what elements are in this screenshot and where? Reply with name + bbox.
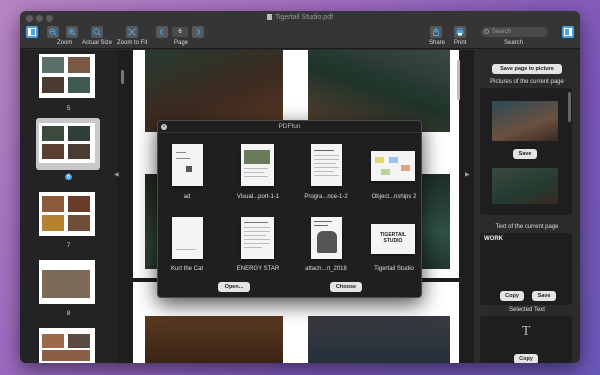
zoom-to-fit-label: Zoom to Fit xyxy=(117,40,148,46)
inspector-icon xyxy=(564,28,572,36)
sidebar-scrollbar-thumb[interactable] xyxy=(121,70,124,84)
page-photo xyxy=(145,316,283,363)
share-button[interactable] xyxy=(430,26,442,38)
page-thumbnail-6[interactable] xyxy=(39,123,95,163)
pdf-file-icon xyxy=(266,14,272,20)
extracted-picture[interactable] xyxy=(492,168,558,204)
close-dialog-button[interactable]: × xyxy=(161,124,167,130)
file-icon-ad[interactable] xyxy=(172,144,203,186)
toggle-inspector-button[interactable] xyxy=(562,26,574,38)
save-text-button[interactable]: Save xyxy=(532,291,556,301)
print-icon xyxy=(456,28,464,36)
zoom-in-icon xyxy=(68,28,76,36)
page-thumbnail-5[interactable] xyxy=(39,54,95,98)
search-placeholder: Search xyxy=(492,29,512,35)
file-name[interactable]: Visual...port-1-1 xyxy=(225,194,291,200)
text-section-label: Text of the current page xyxy=(495,224,559,230)
chevron-left-icon xyxy=(159,28,164,36)
search-label: Search xyxy=(504,40,524,46)
actual-size-icon xyxy=(93,28,101,36)
inspector-panel: Save page to picture Pictures of the cur… xyxy=(474,50,580,363)
window-title-text: Tigertail Studio.pdf xyxy=(274,14,334,21)
file-icon-object-relationships[interactable] xyxy=(371,151,415,181)
page-photo xyxy=(308,316,450,363)
file-icon-attachment-report[interactable] xyxy=(311,217,342,259)
file-name[interactable]: Tigertail Studio xyxy=(361,266,427,272)
pictures-list[interactable]: Save Save xyxy=(480,88,572,254)
copy-selected-text-button[interactable]: Copy xyxy=(514,354,538,363)
page-thumbnail-9[interactable] xyxy=(39,328,95,363)
file-icon-kurt-the-cat[interactable] xyxy=(172,217,203,259)
save-page-to-picture-button[interactable]: Save page to picture xyxy=(492,64,562,74)
pdf-scrollbar-thumb[interactable] xyxy=(457,60,460,100)
page-text-area[interactable]: WORK Copy Save xyxy=(480,233,572,305)
app-window: Tigertail Studio.pdf Zoom Actual Size Zo… xyxy=(20,11,580,363)
selected-text-area[interactable]: T Copy xyxy=(480,316,572,363)
zoom-to-fit-icon xyxy=(128,28,136,36)
toggle-sidebar-button[interactable] xyxy=(26,26,38,38)
zoom-to-fit-button[interactable] xyxy=(126,26,138,38)
copy-text-button[interactable]: Copy xyxy=(500,291,524,301)
page-thumbnail-8[interactable] xyxy=(39,260,95,304)
tigertail-logo: TIGERTAIL STUDIO xyxy=(379,232,406,244)
page-number-6: 6 xyxy=(20,174,117,180)
thumbnail-sidebar: 5 6 7 8 xyxy=(20,50,117,363)
share-label: Share xyxy=(429,40,446,46)
window-title: Tigertail Studio.pdf xyxy=(20,14,580,21)
file-icon-energy-star[interactable] xyxy=(241,217,274,259)
file-name[interactable]: Kurt the Cat xyxy=(154,266,220,272)
pictures-scrollbar-thumb[interactable] xyxy=(568,92,571,122)
file-name[interactable]: Object...nships 2 xyxy=(361,194,427,200)
file-name[interactable]: ad xyxy=(154,194,220,200)
collapse-right-arrow-icon[interactable]: ▶ xyxy=(465,171,471,178)
chevron-right-icon xyxy=(196,28,201,36)
collapse-left-arrow-icon[interactable]: ◀ xyxy=(114,171,120,178)
zoom-out-icon xyxy=(49,28,57,36)
file-icon-programme[interactable] xyxy=(311,144,342,186)
file-name[interactable]: attach...rt_2018 xyxy=(293,266,359,272)
zoom-out-button[interactable] xyxy=(47,26,59,38)
file-picker-dialog: PDFfun × ad Visual...port-1-1 Progra...n… xyxy=(157,120,422,298)
file-icon-tigertail-studio[interactable]: TIGERTAIL STUDIO xyxy=(371,224,415,254)
choose-button[interactable]: Choose xyxy=(330,282,362,292)
page-number-8: 8 xyxy=(66,311,71,317)
print-button[interactable] xyxy=(454,26,466,38)
file-icon-visual-report[interactable] xyxy=(241,144,274,186)
page-number-6-text: 6 xyxy=(64,174,73,180)
extracted-picture[interactable] xyxy=(492,101,558,141)
previous-page-button[interactable] xyxy=(156,26,168,38)
zoom-in-button[interactable] xyxy=(66,26,78,38)
text-icon: T xyxy=(521,324,531,339)
toolbar: Tigertail Studio.pdf Zoom Actual Size Zo… xyxy=(20,11,580,49)
zoom-label: Zoom xyxy=(57,40,73,46)
sidebar-icon xyxy=(28,28,36,36)
save-picture-button[interactable]: Save xyxy=(513,149,537,159)
page-number-field[interactable]: 6 xyxy=(172,27,188,37)
pictures-section-label: Pictures of the current page xyxy=(490,79,564,85)
print-label: Print xyxy=(454,40,467,46)
search-icon xyxy=(484,29,489,34)
search-field[interactable]: Search xyxy=(481,27,548,37)
selected-text-label: Selected Text xyxy=(509,307,545,313)
actual-size-button[interactable] xyxy=(91,26,103,38)
page-number-7: 7 xyxy=(66,243,71,249)
dialog-title: PDFfun xyxy=(158,121,421,133)
share-icon xyxy=(433,28,439,36)
page-text-content: WORK xyxy=(484,236,503,242)
file-name[interactable]: Progra...nce-1-2 xyxy=(293,194,359,200)
next-page-button[interactable] xyxy=(192,26,204,38)
page-number-5: 5 xyxy=(66,106,71,112)
page-thumbnail-7[interactable] xyxy=(39,192,95,236)
open-button[interactable]: Open... xyxy=(218,282,250,292)
page-label: Page xyxy=(174,40,189,46)
file-name[interactable]: ENERGY STAR xyxy=(225,266,291,272)
actual-size-label: Actual Size xyxy=(82,40,113,46)
